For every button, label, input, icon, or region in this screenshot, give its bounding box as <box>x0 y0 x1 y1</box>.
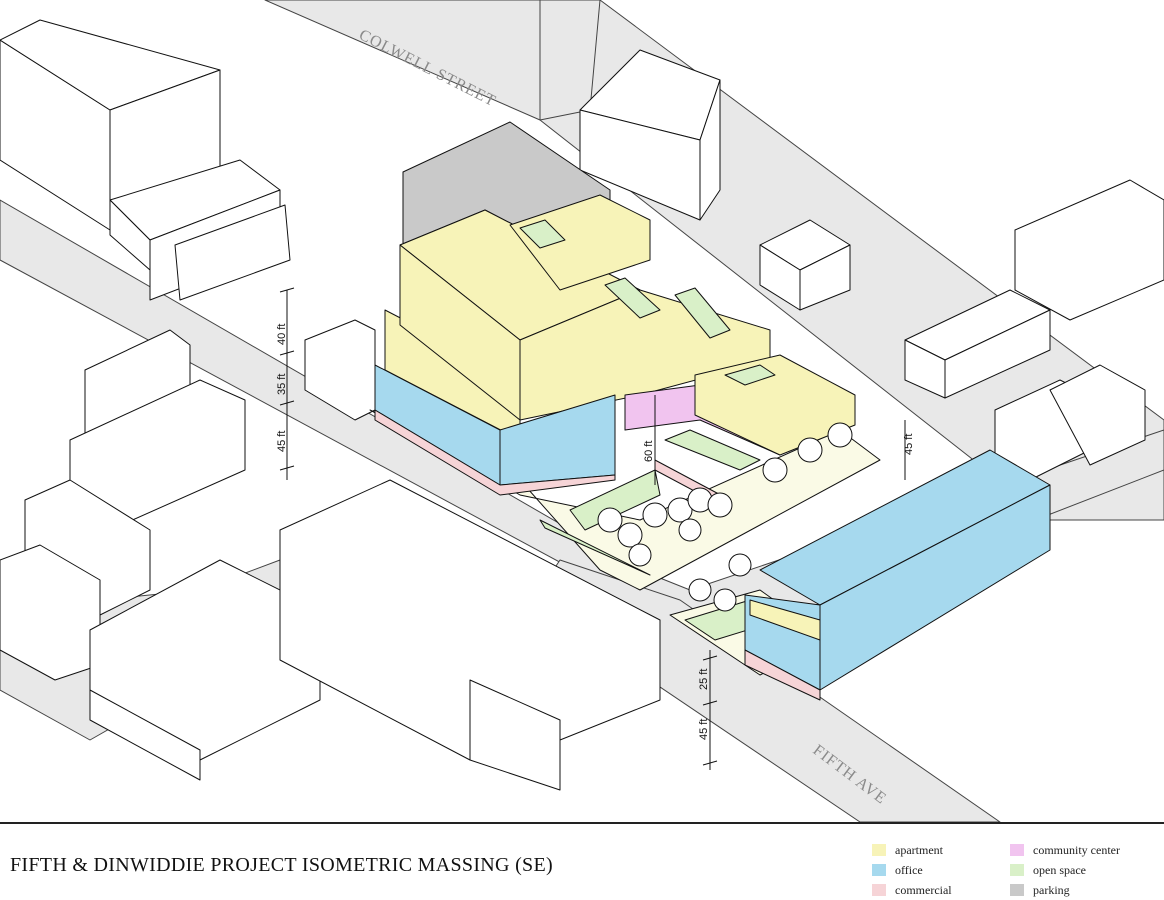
legend-item-community-center: community center <box>1010 842 1120 858</box>
legend: apartment office commercial community ce… <box>872 838 1162 900</box>
legend-swatch-apartment <box>872 844 886 856</box>
legend-item-open-space: open space <box>1010 862 1086 878</box>
legend-swatch-parking <box>1010 884 1024 896</box>
dim-label-45ft-left: 45 ft <box>276 431 288 452</box>
legend-swatch-office <box>872 864 886 876</box>
legend-swatch-open-space <box>1010 864 1024 876</box>
dim-label-45ft-right: 45 ft <box>903 434 915 455</box>
legend-label-parking: parking <box>1033 882 1070 897</box>
legend-item-commercial: commercial <box>872 882 952 898</box>
isometric-massing-drawing: COLWELL STREET FIFTH AVE 40 ft 35 ft 45 … <box>0 0 1164 822</box>
title-bar: FIFTH & DINWIDDIE PROJECT ISOMETRIC MASS… <box>0 822 1164 900</box>
dim-label-40ft: 40 ft <box>276 324 288 345</box>
legend-label-community-center: community center <box>1033 842 1120 857</box>
page-title: FIFTH & DINWIDDIE PROJECT ISOMETRIC MASS… <box>10 854 553 876</box>
dim-label-35ft: 35 ft <box>276 374 288 395</box>
legend-label-commercial: commercial <box>895 882 952 897</box>
legend-item-office: office <box>872 862 923 878</box>
legend-label-open-space: open space <box>1033 862 1086 877</box>
legend-label-office: office <box>895 862 923 877</box>
legend-swatch-community-center <box>1010 844 1024 856</box>
legend-swatch-commercial <box>872 884 886 896</box>
legend-item-parking: parking <box>1010 882 1070 898</box>
legend-label-apartment: apartment <box>895 842 943 857</box>
dim-label-45ft-south: 45 ft <box>698 719 710 740</box>
legend-item-apartment: apartment <box>872 842 943 858</box>
dim-label-60ft: 60 ft <box>643 441 655 462</box>
dim-label-25ft: 25 ft <box>698 669 710 690</box>
